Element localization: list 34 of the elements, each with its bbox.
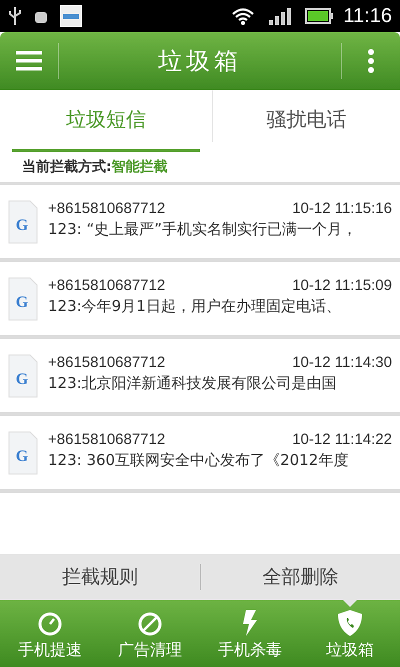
shield-phone-icon bbox=[337, 609, 363, 637]
page-title: 垃圾箱 bbox=[157, 46, 243, 77]
nav-item[interactable]: 垃圾箱 bbox=[300, 600, 400, 667]
action-button[interactable]: 全部删除 bbox=[200, 554, 400, 600]
message-preview: 123: “史上最严”手机实名制实行已满一个月， bbox=[48, 220, 358, 239]
usb-icon bbox=[8, 6, 22, 26]
document-icon: G bbox=[8, 354, 38, 398]
sender-number: +8615810687712 bbox=[48, 200, 166, 217]
menu-icon bbox=[16, 50, 42, 72]
more-icon bbox=[367, 48, 375, 74]
message-preview: 123:北京阳洋新通科技发展有限公司是由国 bbox=[48, 374, 338, 393]
message-time: 10-12 11:15:16 bbox=[292, 200, 392, 217]
battery-icon bbox=[305, 8, 334, 24]
message-preview: 123:今年9月1日起，用户在办理固定电话、 bbox=[48, 297, 342, 316]
document-icon: G bbox=[8, 431, 38, 475]
wifi-icon bbox=[231, 6, 256, 26]
sender-number: +8615810687712 bbox=[48, 431, 166, 448]
message-time: 10-12 11:15:09 bbox=[292, 277, 392, 294]
speedometer-icon bbox=[37, 611, 63, 637]
message-time: 10-12 11:14:30 bbox=[292, 354, 392, 371]
lightning-icon bbox=[240, 609, 260, 637]
action-button[interactable]: 拦截规则 bbox=[0, 554, 200, 600]
ad-block-icon bbox=[137, 611, 163, 637]
sender-number: +8615810687712 bbox=[48, 277, 166, 294]
document-icon: G bbox=[8, 200, 38, 244]
nav-item[interactable]: 手机杀毒 bbox=[200, 600, 300, 667]
nav-item[interactable]: 广告清理 bbox=[100, 600, 200, 667]
sender-number: +8615810687712 bbox=[48, 354, 166, 371]
app-icon bbox=[60, 5, 82, 27]
message-preview: 123: 360互联网安全中心发布了《2012年度 bbox=[48, 451, 350, 470]
status-time: 11:16 bbox=[343, 4, 392, 28]
nav-item[interactable]: 手机提速 bbox=[0, 600, 100, 667]
document-icon: G bbox=[8, 277, 38, 321]
message-time: 10-12 11:14:22 bbox=[292, 431, 392, 448]
